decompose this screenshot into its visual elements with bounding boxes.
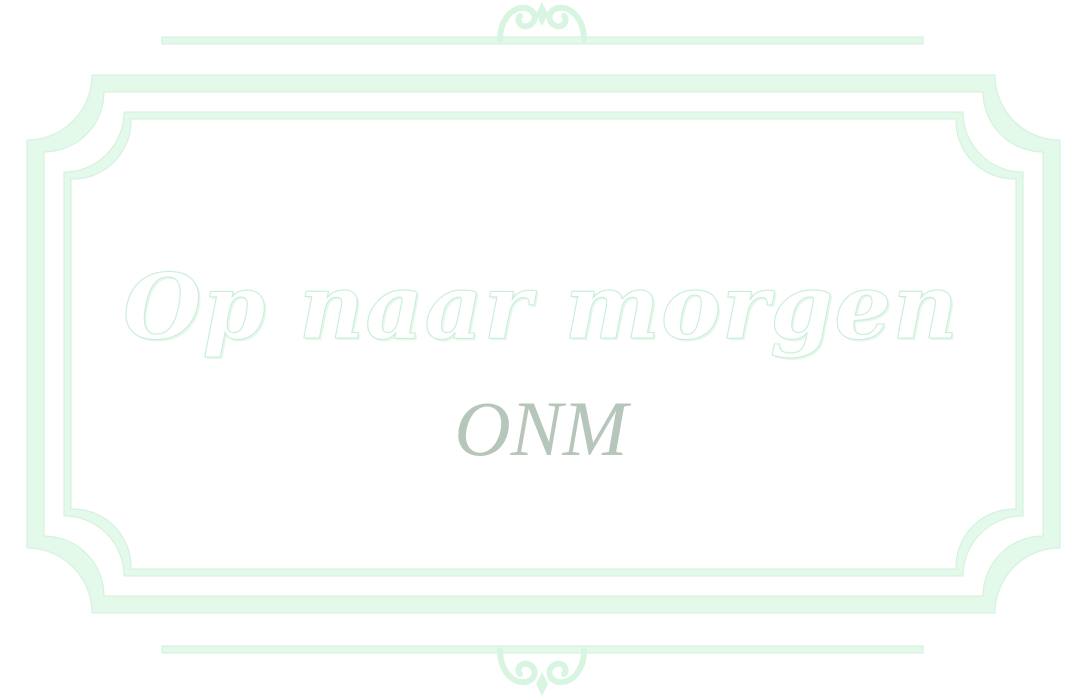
top-bar	[161, 36, 924, 45]
sign-canvas: Op naar morgen ONM	[0, 0, 1082, 698]
bottom-ornament-icon	[497, 647, 587, 696]
bottom-bar	[161, 645, 924, 654]
top-ornament-icon	[497, 2, 587, 43]
sign-title: Op naar morgen	[123, 254, 959, 361]
sign-subtitle: ONM	[454, 385, 628, 472]
